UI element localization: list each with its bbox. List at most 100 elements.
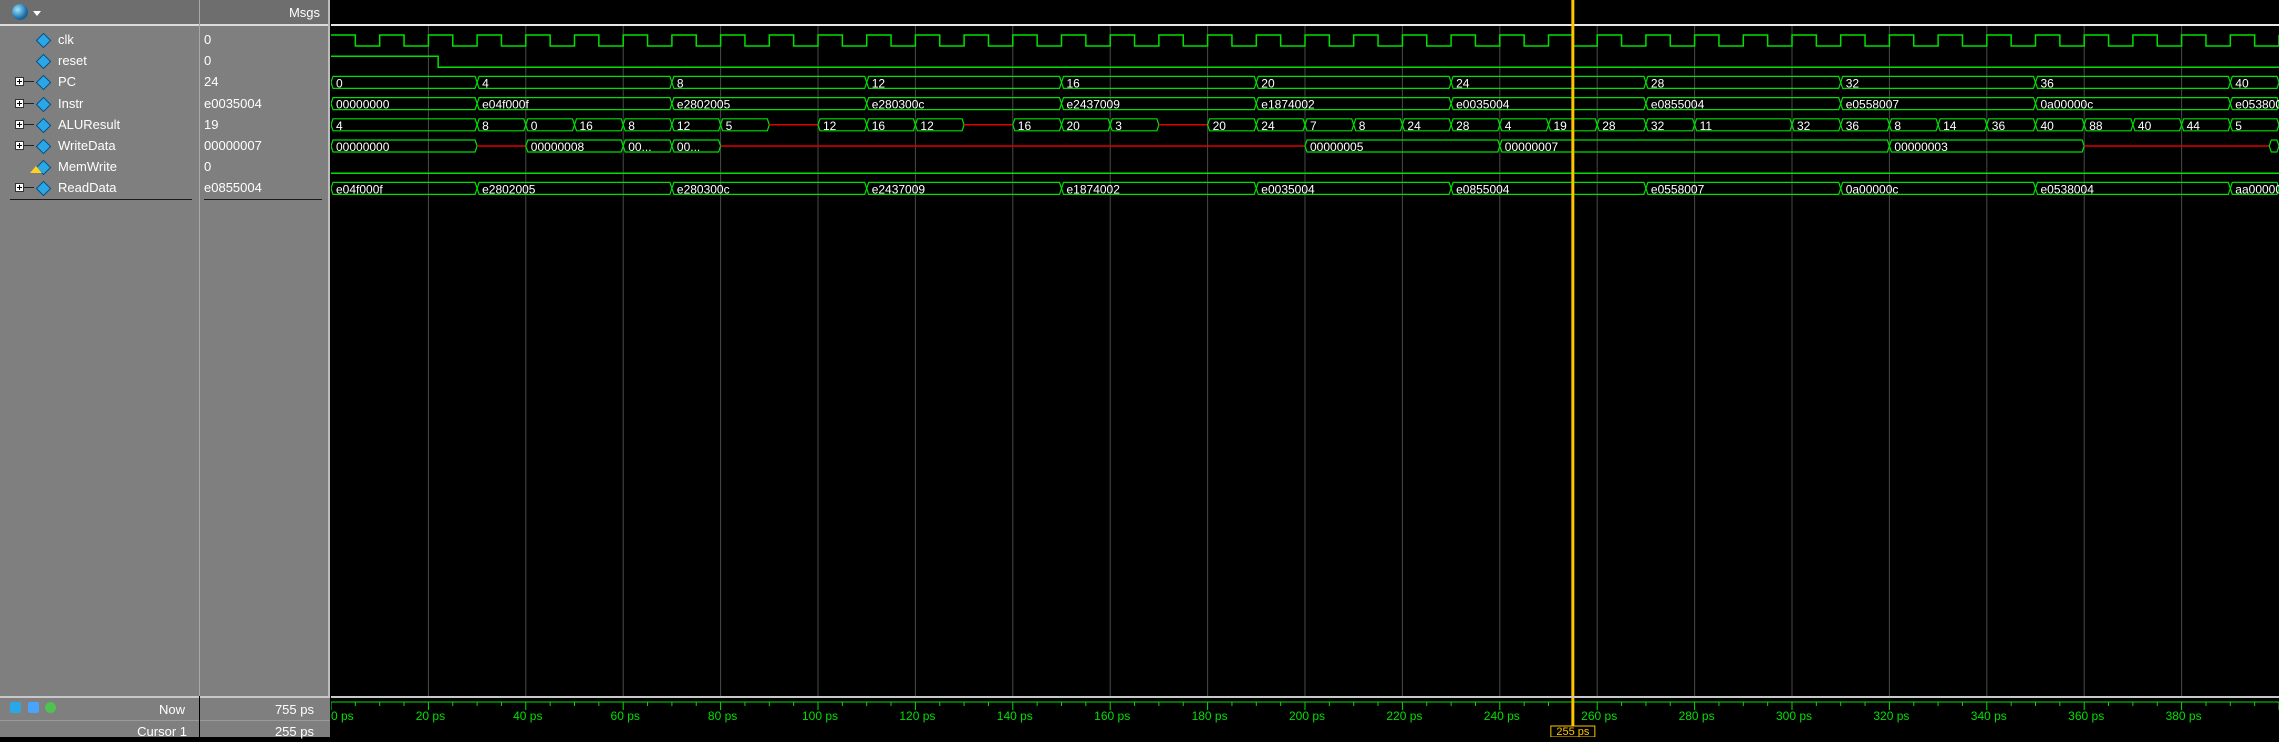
bus-segment (1450, 75, 1647, 89)
bus-value-label: 40 (2235, 76, 2249, 90)
bus-value-label: e2802005 (482, 182, 536, 196)
bus-value-label: e0855004 (1651, 98, 1705, 112)
tree-line (24, 81, 34, 83)
expand-icon[interactable] (15, 119, 24, 129)
signal-row-pc[interactable]: PC (0, 72, 199, 93)
bus-value-label: 4 (482, 76, 489, 90)
signal-row-memwrite[interactable]: MemWrite (0, 157, 199, 178)
bus-segment (2034, 75, 2231, 89)
bus-value-label: 40 (2041, 119, 2055, 133)
pane-divider[interactable] (328, 0, 330, 696)
bus-value-label: e0538004 (2041, 182, 2095, 196)
ruler-tick-label: 260 ps (1581, 709, 1617, 723)
bus-value-label: e1874002 (1261, 98, 1315, 112)
chevron-down-icon[interactable] (33, 11, 41, 16)
bus-value-label: 12 (920, 119, 934, 133)
bus-value-label: 40 (2138, 119, 2152, 133)
bus-segment (476, 75, 673, 89)
signal-name[interactable]: ALUResult (58, 117, 120, 132)
bus-value-label: 8 (1359, 119, 1366, 133)
bus-value-label: 8 (677, 76, 684, 90)
bus-value-label: 8 (482, 119, 489, 133)
wave-header (331, 0, 2279, 24)
waveform-canvas[interactable]: 0 4 8 12 16 20 24 28 32 36 4000000000 e04f000f e2802… (330, 0, 2279, 696)
signal-row-aluresult[interactable]: ALUResult (0, 115, 199, 136)
bus-value-label: 32 (1651, 119, 1665, 133)
ruler-tick-label: 340 ps (1971, 709, 2007, 723)
ruler-tick-label: 200 ps (1289, 709, 1325, 723)
bus-segment (1255, 75, 1452, 89)
ruler-tick-label: 20 ps (416, 709, 445, 723)
signal-icon (35, 96, 52, 112)
signal-icon (35, 117, 52, 134)
bus-value-label: 16 (872, 119, 886, 133)
signal-row-writedata[interactable]: WriteData (0, 136, 199, 157)
ruler-tick-label: 280 ps (1679, 709, 1715, 723)
value-pane-header: Msgs (200, 0, 328, 26)
bus-value-label: 36 (2041, 76, 2055, 90)
bus-segment (671, 75, 868, 89)
signal-name[interactable]: reset (58, 53, 87, 68)
add-icon[interactable] (45, 702, 57, 713)
timeline-ruler[interactable]: 0 ps 20 ps 40 ps 60 ps 80 ps 100 ps 120 ps 140 … (330, 696, 2279, 738)
bus-value-label: 00000000 (336, 140, 390, 154)
expand-icon[interactable] (15, 141, 24, 150)
cursor-add-icon[interactable] (27, 702, 39, 713)
ruler-tick-label: 220 ps (1386, 709, 1422, 723)
ruler-tick-label: 240 ps (1484, 709, 1520, 723)
signal-value-readdata: e0855004 (200, 178, 328, 199)
bus-value-label: 24 (1407, 119, 1421, 133)
signal-icon (35, 138, 52, 155)
ruler-canvas[interactable]: 0 ps 20 ps 40 ps 60 ps 80 ps 100 ps 120 ps 140 … (330, 698, 2279, 738)
bus-value-label: 8 (1894, 119, 1901, 133)
signal-value-memwrite: 0 (200, 157, 328, 178)
bus-value-label: 5 (726, 119, 733, 133)
bus-value-label: 0a00000c (1846, 182, 1899, 196)
expand-icon[interactable] (15, 77, 24, 87)
bus-value-label: 16 (1018, 119, 1032, 133)
now-value: 755 ps (274, 702, 314, 717)
bus-value-label: 8 (628, 119, 635, 133)
bus-value-label: 36 (1992, 119, 2006, 133)
bus-segment (330, 75, 478, 89)
signal-row-readdata[interactable]: ReadData (0, 178, 199, 199)
expand-icon[interactable] (15, 98, 24, 108)
ruler-tick-label: 140 ps (997, 709, 1033, 723)
bus-value-label: 5 (2235, 119, 2242, 133)
bus-value-label: e0558007 (1846, 98, 1900, 112)
bus-value-label: 28 (1651, 76, 1665, 90)
signal-icon (35, 75, 52, 91)
signal-name[interactable]: PC (58, 74, 76, 89)
bus-value-label: 12 (823, 119, 837, 133)
signal-name[interactable]: Instr (58, 96, 83, 111)
bus-value-label: 00000005 (1310, 140, 1364, 154)
signal-row-clk[interactable]: clk (0, 30, 199, 51)
bus-value-label: e04f000f (336, 182, 383, 196)
signal-name[interactable]: ReadData (58, 180, 117, 195)
bus-value-label: 28 (1602, 119, 1616, 133)
wave-icon[interactable] (12, 4, 28, 20)
signal-name[interactable]: MemWrite (58, 159, 117, 174)
zoom-icon[interactable] (10, 702, 21, 713)
signal-value-reset: 0 (200, 51, 328, 72)
signal-row-instr[interactable]: Instr (0, 94, 199, 115)
cursor-name[interactable]: Cursor 1 (137, 724, 187, 739)
signal-row-reset[interactable]: reset (0, 51, 199, 72)
footer-icons (10, 701, 59, 716)
ruler-tick-label: 320 ps (1873, 709, 1909, 723)
signal-value-clk: 0 (200, 30, 328, 51)
bus-segment (2268, 139, 2279, 153)
bus-value-label: e2437009 (1067, 98, 1121, 112)
tree-line (24, 187, 34, 189)
expand-icon[interactable] (15, 183, 24, 193)
bus-value-label: 00000007 (1505, 140, 1559, 154)
bus-value-label: e2437009 (872, 182, 926, 196)
footer-value-pane: 755 ps 255 ps (200, 696, 330, 739)
bus-value-label: 4 (1505, 119, 1512, 133)
signal-value: 19 (204, 116, 219, 132)
bus-segment (1060, 75, 1257, 89)
bus-value-label: 7 (1310, 119, 1317, 133)
wave-window[interactable]: 0 4 8 12 16 20 24 28 32 36 40 00000000 e04f000f e2802… (330, 0, 2279, 696)
signal-name[interactable]: clk (58, 32, 74, 47)
signal-name[interactable]: WriteData (58, 138, 116, 153)
